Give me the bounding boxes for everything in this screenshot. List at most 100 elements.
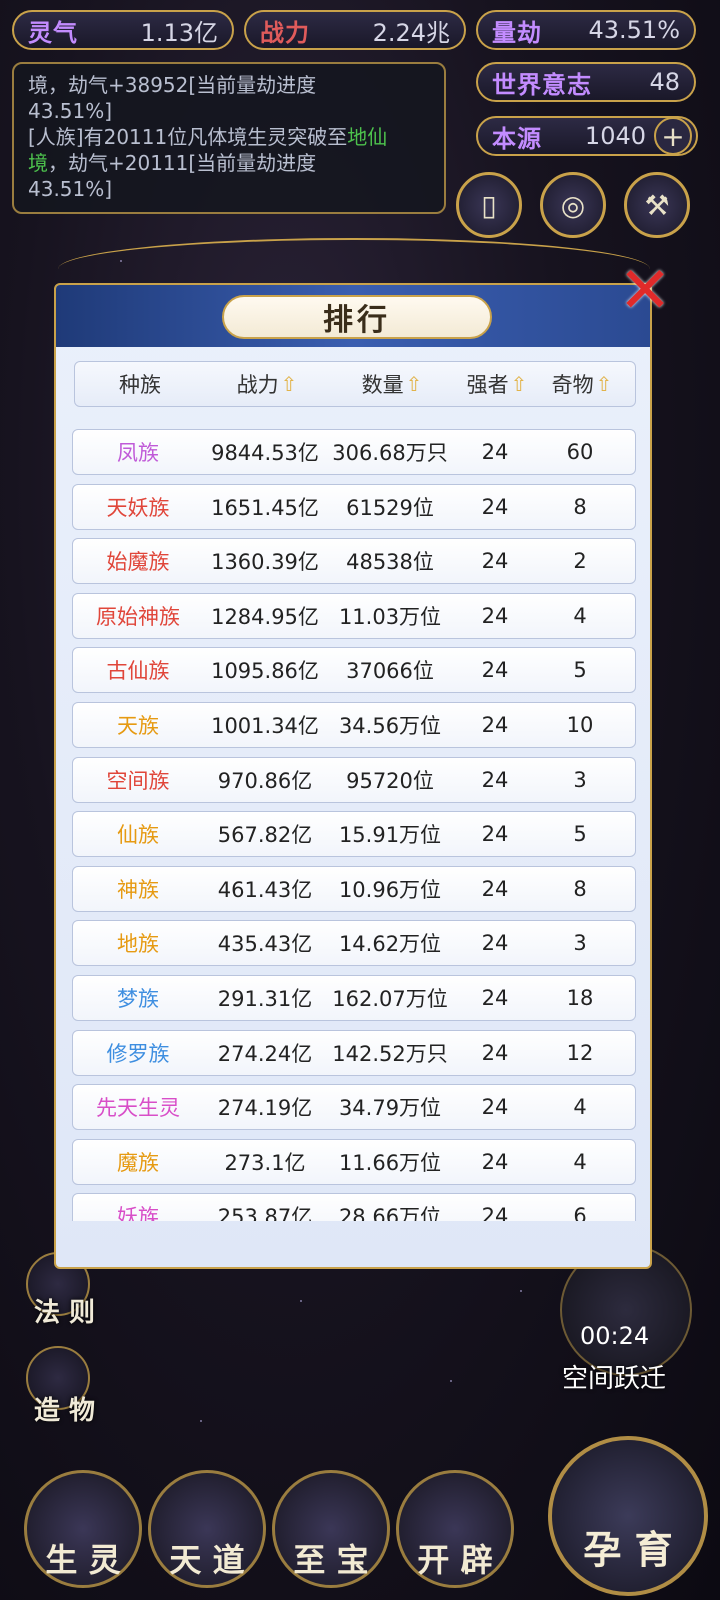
- table-row[interactable]: 原始神族 1284.95亿 11.03万位 24 4: [72, 592, 636, 639]
- close-button[interactable]: ✕: [616, 259, 674, 323]
- table-row[interactable]: 妖族 253.87亿 28.66万位 24 6: [72, 1193, 636, 1221]
- strong-cell: 24: [481, 876, 509, 901]
- artifact-cell: 3: [573, 767, 587, 792]
- stat-world-will[interactable]: 世界意志 48: [476, 62, 696, 102]
- power-cell: 461.43亿: [217, 877, 313, 902]
- stat-value: 2.24兆: [372, 18, 450, 47]
- strong-cell: 24: [481, 1040, 509, 1065]
- table-row[interactable]: 天妖族 1651.45亿 61529位 24 8: [72, 483, 636, 530]
- header-power[interactable]: 战力 ⇧: [205, 369, 329, 399]
- nav-zhi-bao[interactable]: 至 宝: [272, 1470, 390, 1588]
- add-benyuan-button[interactable]: +: [654, 117, 692, 155]
- race-cell: 仙族: [117, 823, 159, 848]
- log-text: [人族]有20111位凡体境生灵突破至: [28, 125, 348, 149]
- event-log: 境，劫气+38952[当前量劫进度 43.51%] [人族]有20111位凡体境…: [12, 62, 446, 214]
- strong-cell: 24: [481, 1149, 509, 1174]
- fa-ze-label: 法 则: [34, 1298, 96, 1328]
- artifact-cell: 60: [566, 440, 594, 464]
- header-artifact[interactable]: 奇物 ⇧: [539, 369, 625, 399]
- race-cell: 古仙族: [106, 659, 170, 684]
- header-race: 种族: [75, 369, 205, 399]
- modal-title: 排行: [222, 295, 492, 339]
- power-cell: 9844.53亿: [211, 441, 319, 465]
- table-row[interactable]: 空间族 970.86亿 95720位 24 3: [72, 756, 636, 803]
- ranking-list[interactable]: 凤族 9844.53亿 306.68万只 24 60 天妖族 1651.45亿 61529位 2…: [72, 429, 638, 1221]
- log-line: 境，劫气+20111[当前量劫进度: [28, 150, 430, 176]
- header-label: 种族: [119, 373, 161, 397]
- stat-label: 本源: [492, 124, 542, 153]
- stat-label: 世界意志: [492, 70, 592, 99]
- stat-lingqi: 灵气 1.13亿: [12, 10, 234, 50]
- header-count[interactable]: 数量 ⇧: [329, 369, 455, 399]
- table-row[interactable]: 天族 1001.34亿 34.56万位 24 10: [72, 702, 636, 748]
- power-cell: 274.19亿: [217, 1096, 313, 1121]
- race-cell: 魔族: [117, 1150, 159, 1175]
- header-label: 奇物: [551, 373, 594, 397]
- ranking-modal: 排行 种族 战力 ⇧ 数量 ⇧ 强者 ⇧ 奇物 ⇧ 凤族 9844.53亿 306.68万只…: [54, 283, 652, 1269]
- race-cell: 梦族: [117, 987, 159, 1011]
- count-cell: 10.96万位: [338, 877, 442, 902]
- table-row[interactable]: 修罗族 274.24亿 142.52万只 24 12: [72, 1029, 636, 1076]
- strong-cell: 24: [481, 822, 509, 847]
- count-cell: 95720位: [346, 768, 434, 793]
- power-cell: 291.31亿: [217, 987, 313, 1011]
- race-cell: 天族: [117, 714, 159, 738]
- sort-icon: ⇧: [280, 372, 298, 396]
- count-cell: 11.03万位: [338, 604, 442, 629]
- race-cell: 修罗族: [106, 1041, 170, 1066]
- artifact-cell: 8: [573, 876, 587, 901]
- sort-icon: ⇧: [510, 372, 528, 396]
- strong-cell: 24: [481, 1095, 509, 1120]
- table-row[interactable]: 先天生灵 274.19亿 34.79万位 24 4: [72, 1084, 636, 1131]
- table-row[interactable]: 魔族 273.1亿 11.66万位 24 4: [72, 1138, 636, 1185]
- table-row[interactable]: 古仙族 1095.86亿 37066位 24 5: [72, 647, 636, 694]
- nav-label: 开 辟: [417, 1541, 493, 1579]
- log-line: 43.51%]: [28, 177, 113, 201]
- race-cell: 始魔族: [106, 550, 170, 575]
- stat-value: 43.51%: [588, 16, 680, 44]
- table-row[interactable]: 梦族 291.31亿 162.07万位 24 18: [72, 975, 636, 1021]
- table-row[interactable]: 仙族 567.82亿 15.91万位 24 5: [72, 811, 636, 858]
- count-cell: 306.68万只: [332, 441, 448, 465]
- nav-label: 天 道: [169, 1541, 245, 1579]
- power-cell: 1001.34亿: [211, 714, 319, 738]
- star: [200, 1420, 202, 1422]
- log-line: [人族]有20111位凡体境生灵突破至地仙: [28, 124, 430, 150]
- header-label: 强者: [466, 373, 509, 397]
- table-row[interactable]: 地族 435.43亿 14.62万位 24 3: [72, 920, 636, 967]
- space-jump-label: 空间跃迁: [562, 1364, 667, 1394]
- race-cell: 神族: [117, 877, 159, 902]
- nav-kai-pi[interactable]: 开 辟: [396, 1470, 514, 1588]
- log-highlight: 地仙: [347, 125, 388, 149]
- table-row[interactable]: 始魔族 1360.39亿 48538位 24 2: [72, 538, 636, 585]
- stat-zhanli: 战力 2.24兆: [244, 10, 466, 50]
- power-cell: 970.86亿: [217, 768, 313, 793]
- table-row[interactable]: 神族 461.43亿 10.96万位 24 8: [72, 865, 636, 912]
- sort-icon: ⇧: [405, 372, 423, 396]
- count-cell: 15.91万位: [338, 823, 442, 848]
- header-strong[interactable]: 强者 ⇧: [455, 369, 539, 399]
- power-cell: 1095.86亿: [211, 659, 319, 684]
- power-cell: 435.43亿: [217, 932, 313, 957]
- zao-wu-label: 造 物: [34, 1396, 96, 1426]
- nav-sheng-ling[interactable]: 生 灵: [24, 1470, 142, 1588]
- race-cell: 先天生灵: [96, 1096, 180, 1121]
- nav-label: 生 灵: [45, 1541, 121, 1579]
- artifact-cell: 12: [566, 1040, 594, 1065]
- stat-value: 1040: [584, 122, 646, 150]
- race-cell: 妖族: [117, 1205, 159, 1221]
- nav-label: 至 宝: [293, 1541, 369, 1579]
- strong-cell: 24: [481, 931, 509, 956]
- strong-cell: 24: [481, 1204, 509, 1221]
- hammer-icon: ⚒: [644, 188, 670, 222]
- nav-tian-dao[interactable]: 天 道: [148, 1470, 266, 1588]
- portal-button[interactable]: ◎: [540, 172, 606, 238]
- count-cell: 142.52万只: [332, 1041, 448, 1066]
- card-button[interactable]: ▯: [456, 172, 522, 238]
- table-row[interactable]: 凤族 9844.53亿 306.68万只 24 60: [72, 429, 636, 475]
- log-line: 境，劫气+38952[当前量劫进度: [28, 73, 317, 97]
- hammer-button[interactable]: ⚒: [624, 172, 690, 238]
- stat-liangjie[interactable]: 量劫 43.51%: [476, 10, 696, 50]
- stat-label: 灵气: [28, 18, 78, 47]
- nav-yun-yu[interactable]: 孕 育: [548, 1436, 708, 1596]
